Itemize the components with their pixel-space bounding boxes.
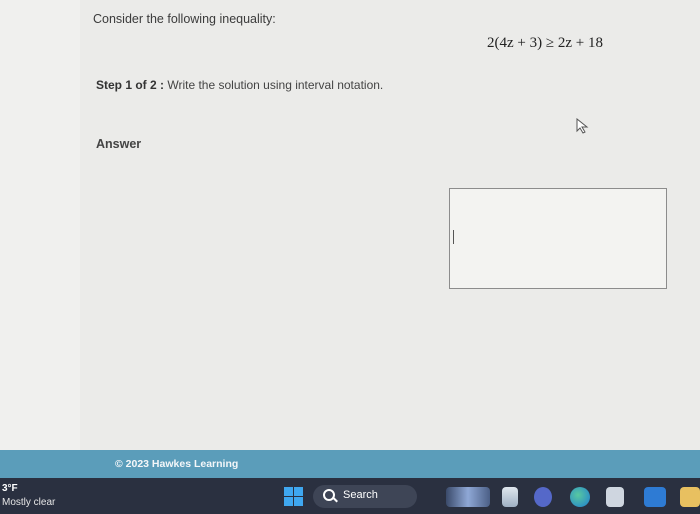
taskbar: 3°F Mostly clear Search	[0, 478, 700, 514]
landscape-widget-icon[interactable]	[446, 487, 490, 507]
file-explorer-icon[interactable]	[502, 487, 518, 507]
text-caret	[453, 230, 454, 244]
step-instruction: Step 1 of 2 : Write the solution using i…	[96, 78, 383, 92]
copyright-text: © 2023 Hawkes Learning	[115, 458, 239, 470]
app-icon[interactable]	[680, 487, 700, 507]
edge-browser-icon[interactable]	[570, 487, 590, 507]
taskbar-search-button[interactable]: Search	[313, 485, 417, 508]
page: Consider the following inequality: 2(4z …	[0, 0, 700, 450]
answer-label: Answer	[96, 137, 142, 151]
news-icon[interactable]	[644, 487, 666, 507]
store-icon[interactable]	[606, 487, 624, 507]
problem-panel: Consider the following inequality: 2(4z …	[80, 0, 700, 450]
chat-icon[interactable]	[534, 487, 552, 507]
footer-bar: © 2023 Hawkes Learning	[0, 450, 700, 478]
mouse-pointer-icon	[576, 118, 589, 134]
inequality-equation: 2(4z + 3) ≥ 2z + 18	[487, 35, 603, 51]
weather-condition[interactable]: Mostly clear	[2, 497, 55, 508]
problem-prompt: Consider the following inequality:	[93, 12, 276, 26]
search-icon	[323, 489, 335, 501]
windows-start-icon[interactable]	[284, 487, 303, 506]
weather-temperature[interactable]: 3°F	[2, 483, 18, 494]
answer-input[interactable]	[449, 188, 667, 289]
step-text: Write the solution using interval notati…	[164, 78, 384, 92]
left-margin	[0, 0, 81, 450]
search-label: Search	[343, 489, 378, 501]
step-label: Step 1 of 2 :	[96, 78, 165, 92]
